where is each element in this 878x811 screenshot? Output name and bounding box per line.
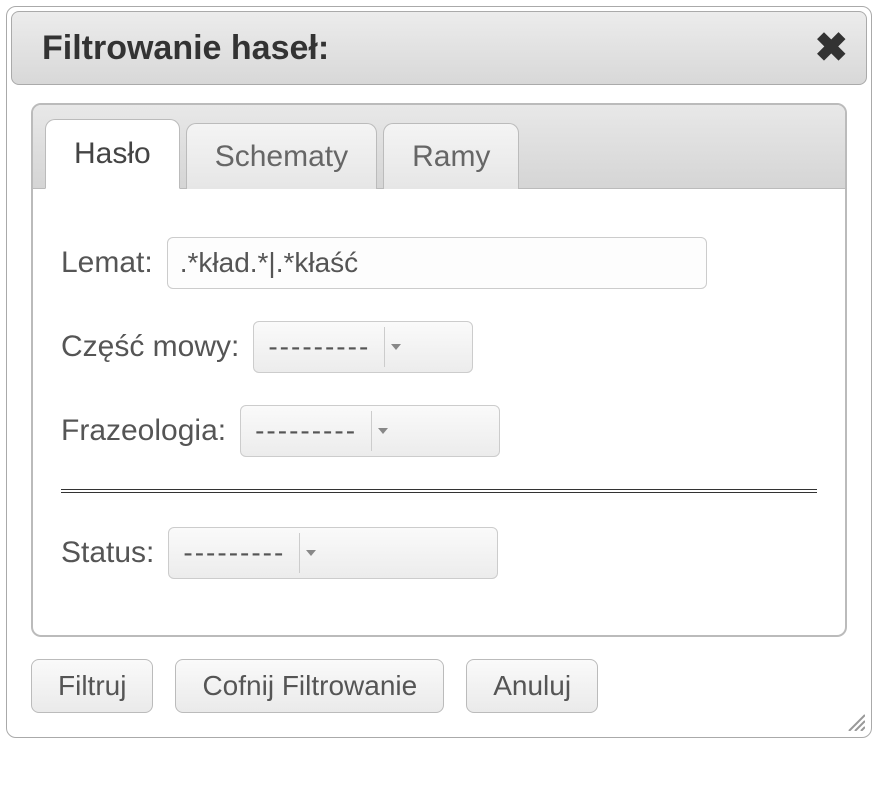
undo-filter-button[interactable]: Cofnij Filtrowanie <box>175 659 444 713</box>
lemat-label: Lemat: <box>61 246 153 280</box>
tab-ramy[interactable]: Ramy <box>383 123 519 189</box>
tab-label: Ramy <box>412 140 490 174</box>
resize-grip-icon[interactable] <box>843 709 865 731</box>
tab-schematy[interactable]: Schematy <box>186 123 377 189</box>
fraz-select[interactable]: --------- <box>240 405 500 457</box>
status-label: Status: <box>61 536 154 570</box>
field-fraz: Frazeologia: --------- <box>61 405 817 457</box>
dialog-body: Hasło Schematy Ramy Lemat: Część mowy: <box>7 89 871 737</box>
chevron-down-icon <box>384 327 406 367</box>
pos-value: --------- <box>268 331 384 363</box>
lemat-input[interactable] <box>167 237 707 289</box>
chevron-down-icon <box>299 533 321 573</box>
fraz-value: --------- <box>255 415 371 447</box>
button-row: Filtruj Cofnij Filtrowanie Anuluj <box>31 659 847 713</box>
separator <box>61 489 817 493</box>
tab-header: Hasło Schematy Ramy <box>33 105 845 189</box>
status-value: --------- <box>183 537 299 569</box>
dialog-titlebar[interactable]: Filtrowanie haseł: ✖ <box>11 11 867 85</box>
filter-dialog: Filtrowanie haseł: ✖ Hasło Schematy Ramy… <box>6 6 872 738</box>
fraz-label: Frazeologia: <box>61 414 226 448</box>
chevron-down-icon <box>371 411 393 451</box>
close-icon[interactable]: ✖ <box>814 28 848 68</box>
field-pos: Część mowy: --------- <box>61 321 817 373</box>
field-status: Status: --------- <box>61 527 817 579</box>
pos-label: Część mowy: <box>61 330 239 364</box>
status-select[interactable]: --------- <box>168 527 498 579</box>
tab-label: Hasło <box>74 137 151 171</box>
field-lemat: Lemat: <box>61 237 817 289</box>
pos-select[interactable]: --------- <box>253 321 473 373</box>
tab-label: Schematy <box>215 140 348 174</box>
tab-haslo[interactable]: Hasło <box>45 119 180 189</box>
cancel-button[interactable]: Anuluj <box>466 659 598 713</box>
tab-panel-haslo: Lemat: Część mowy: --------- Frazeologia… <box>33 189 845 635</box>
tabs-container: Hasło Schematy Ramy Lemat: Część mowy: <box>31 103 847 637</box>
dialog-title: Filtrowanie haseł: <box>42 29 329 68</box>
filter-button[interactable]: Filtruj <box>31 659 153 713</box>
